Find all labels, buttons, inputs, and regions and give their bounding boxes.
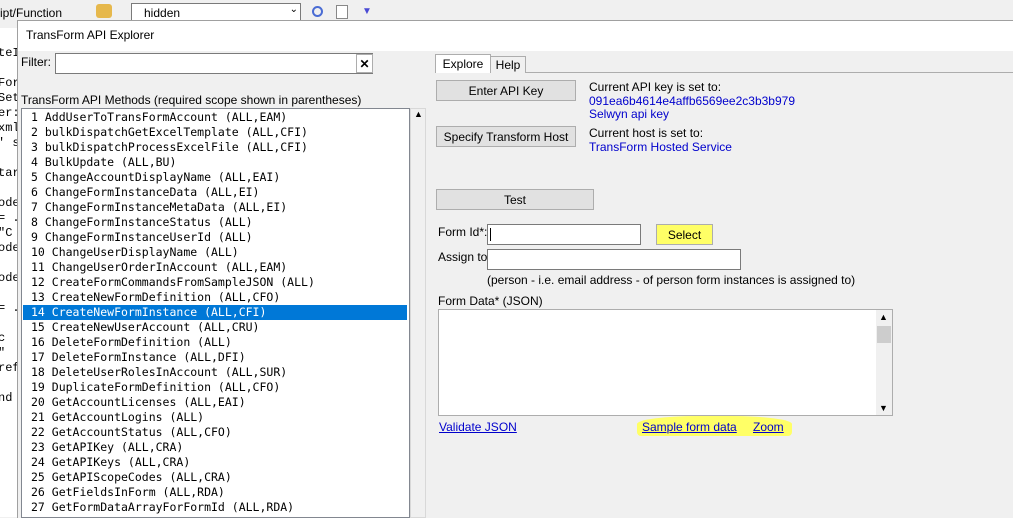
assign-to-hint: (person - i.e. email address - of person… [487,273,856,287]
specify-host-button[interactable]: Specify Transform Host [436,126,576,147]
method-list-item[interactable]: 27 GetFormDataArrayForFormId (ALL,RDA) [23,500,407,515]
api-explorer-window: TransForm API Explorer Filter: ✕ TransFo… [17,20,1013,518]
paint-icon[interactable] [96,4,112,18]
scroll-thumb[interactable] [877,326,891,343]
tab-explore[interactable]: Explore [435,54,491,73]
methods-list[interactable]: 1 AddUserToTransFormAccount (ALL,EAM) 2 b… [21,108,410,518]
form-data-label: Form Data* (JSON) [438,294,543,308]
scroll-down-icon[interactable]: ▼ [879,403,888,413]
method-list-item[interactable]: 4 BulkUpdate (ALL,BU) [23,155,407,170]
background-code-line: "C [0,226,13,240]
clear-filter-button[interactable]: ✕ [356,54,373,73]
method-list-item[interactable]: 15 CreateNewUserAccount (ALL,CRU) [23,320,407,335]
api-key-name: Selwyn api key [589,107,670,121]
background-code-line: " [0,346,5,360]
run-icon[interactable] [312,6,323,17]
assign-to-input[interactable] [487,249,741,270]
right-panel: Explore Help Enter API Key Current API k… [435,54,1013,518]
text-cursor [490,228,491,241]
close-icon: ✕ [359,56,370,71]
select-button[interactable]: Select [656,224,713,245]
api-key-status: Current API key is set to: [589,80,722,94]
script-function-label: ipt/Function [0,6,63,20]
chevron-down-icon: ⌄ [289,4,298,15]
api-key-value: 091ea6b4614e4affb6569ee2c3b3b979 [589,94,795,108]
host-status: Current host is set to: [589,126,704,140]
method-list-item[interactable]: 11 ChangeUserOrderInAccount (ALL,EAM) [23,260,407,275]
method-list-item[interactable]: 6 ChangeFormInstanceData (ALL,EI) [23,185,407,200]
test-button[interactable]: Test [436,189,594,210]
form-data-scrollbar[interactable]: ▲ ▼ [876,310,892,415]
document-icon[interactable] [336,5,348,19]
form-data-textarea[interactable]: ▲ ▼ [438,309,893,416]
method-list-item[interactable]: 2 bulkDispatchGetExcelTemplate (ALL,CFI) [23,125,407,140]
method-list-item[interactable]: 25 GetAPIScopeCodes (ALL,CRA) [23,470,407,485]
filter-label: Filter: [21,55,51,69]
method-list-item[interactable]: 13 CreateNewFormDefinition (ALL,CFO) [23,290,407,305]
enter-api-key-button[interactable]: Enter API Key [436,80,576,101]
arrow-down-icon[interactable]: ▼ [362,6,372,17]
method-list-item[interactable]: 16 DeleteFormDefinition (ALL) [23,335,407,350]
form-id-label: Form Id*: [438,225,488,239]
method-list-item[interactable]: 12 CreateFormCommandsFromSampleJSON (ALL… [23,275,407,290]
method-list-item[interactable]: 5 ChangeAccountDisplayName (ALL,EAI) [23,170,407,185]
method-list-item[interactable]: 14 CreateNewFormInstance (ALL,CFI) [23,305,407,320]
method-list-item[interactable]: 7 ChangeFormInstanceMetaData (ALL,EI) [23,200,407,215]
methods-heading: TransForm API Methods (required scope sh… [21,93,362,107]
title-bar: TransForm API Explorer [18,21,1013,51]
method-list-item[interactable]: 21 GetAccountLogins (ALL) [23,410,407,425]
method-list-item[interactable]: 23 GetAPIKey (ALL,CRA) [23,440,407,455]
assign-to-label: Assign to: [438,250,491,264]
method-list-item[interactable]: 17 DeleteFormInstance (ALL,DFI) [23,350,407,365]
background-code-line: c [0,331,5,345]
sample-form-data-link[interactable]: Sample form data [642,420,737,434]
scroll-up-icon[interactable]: ▲ [879,312,888,322]
background-dropdown-value: hidden [144,6,181,20]
background-dropdown[interactable]: hidden ⌄ [131,3,301,21]
method-list-item[interactable]: 20 GetAccountLicenses (ALL,EAI) [23,395,407,410]
validate-json-link[interactable]: Validate JSON [439,420,517,434]
host-value: TransForm Hosted Service [589,140,732,154]
method-list-item[interactable]: 1 AddUserToTransFormAccount (ALL,EAM) [23,110,407,125]
window-title: TransForm API Explorer [26,28,155,42]
methods-list-scrollbar[interactable]: ▲ [410,108,426,518]
filter-input[interactable] [55,53,373,74]
method-list-item[interactable]: 10 ChangeUserDisplayName (ALL) [23,245,407,260]
background-code-line: nd [0,391,13,405]
method-list-item[interactable]: 9 ChangeFormInstanceUserId (ALL) [23,230,407,245]
zoom-link[interactable]: Zoom [753,420,784,434]
tab-help[interactable]: Help [490,56,526,73]
method-list-item[interactable]: 22 GetAccountStatus (ALL,CFO) [23,425,407,440]
method-list-item[interactable]: 24 GetAPIKeys (ALL,CRA) [23,455,407,470]
method-list-item[interactable]: 3 bulkDispatchProcessExcelFile (ALL,CFI) [23,140,407,155]
method-list-item[interactable]: 18 DeleteUserRolesInAccount (ALL,SUR) [23,365,407,380]
method-list-item[interactable]: 19 DuplicateFormDefinition (ALL,CFO) [23,380,407,395]
scroll-up-icon[interactable]: ▲ [414,109,423,119]
method-list-item[interactable]: 8 ChangeFormInstanceStatus (ALL) [23,215,407,230]
form-id-input[interactable] [487,224,641,245]
method-list-item[interactable]: 26 GetFieldsInForm (ALL,RDA) [23,485,407,500]
